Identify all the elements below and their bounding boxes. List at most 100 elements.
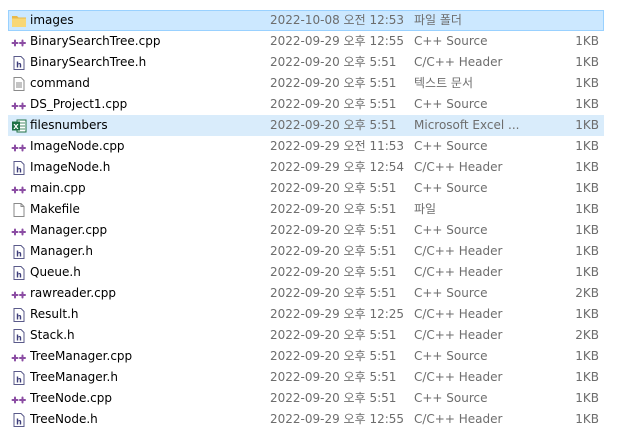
cpp-source-icon bbox=[11, 286, 27, 302]
file-modified-date: 2022-09-20 오후 5:51 bbox=[270, 118, 397, 132]
file-row[interactable]: BinarySearchTree.cpp 2022-09-29 오후 12:55 C… bbox=[8, 31, 604, 52]
file-size: 1KB bbox=[575, 139, 599, 153]
file-modified-date: 2022-09-20 오후 5:51 bbox=[270, 76, 397, 90]
c-header-icon: h bbox=[11, 244, 27, 260]
file-name: filesnumbers bbox=[30, 118, 108, 132]
file-type: C/C++ Header bbox=[414, 412, 503, 426]
file-size: 1KB bbox=[575, 160, 599, 174]
file-name: DS_Project1.cpp bbox=[30, 97, 128, 111]
file-row[interactable]: Makefile 2022-09-20 오후 5:51 파일 1KB bbox=[8, 199, 604, 220]
text-file-icon bbox=[11, 76, 27, 92]
c-header-icon: h bbox=[11, 307, 27, 323]
file-type: C/C++ Header bbox=[414, 160, 503, 174]
file-modified-date: 2022-09-29 오후 12:55 bbox=[270, 412, 405, 426]
file-name: Makefile bbox=[30, 202, 80, 216]
cpp-source-icon bbox=[11, 181, 27, 197]
cpp-source-icon bbox=[11, 139, 27, 155]
file-name: main.cpp bbox=[30, 181, 86, 195]
file-type: C/C++ Header bbox=[414, 370, 503, 384]
folder-icon bbox=[11, 13, 27, 29]
file-size: 1KB bbox=[575, 412, 599, 426]
cpp-source-icon bbox=[11, 349, 27, 365]
file-row[interactable]: h Result.h 2022-09-29 오후 12:25 C/C++ Header… bbox=[8, 304, 604, 325]
file-type: C/C++ Header bbox=[414, 307, 503, 321]
c-header-icon: h bbox=[11, 328, 27, 344]
file-size: 1KB bbox=[575, 223, 599, 237]
file-row[interactable]: main.cpp 2022-09-20 오후 5:51 C++ Source 1KB bbox=[8, 178, 604, 199]
file-row[interactable]: h ImageNode.h 2022-09-29 오후 12:54 C/C++ Hea… bbox=[8, 157, 604, 178]
file-type: C/C++ Header bbox=[414, 244, 503, 258]
file-row[interactable]: h Manager.h 2022-09-20 오후 5:51 C/C++ Header… bbox=[8, 241, 604, 262]
file-size: 1KB bbox=[575, 265, 599, 279]
file-type: C/C++ Header bbox=[414, 265, 503, 279]
cpp-source-icon bbox=[11, 223, 27, 239]
svg-text:h: h bbox=[16, 271, 22, 280]
c-header-icon: h bbox=[11, 55, 27, 71]
file-type: C++ Source bbox=[414, 286, 488, 300]
file-size: 1KB bbox=[575, 34, 599, 48]
svg-text:h: h bbox=[16, 166, 22, 175]
file-type: 텍스트 문서 bbox=[414, 76, 474, 90]
file-row[interactable]: h TreeNode.h 2022-09-29 오후 12:55 C/C++ Head… bbox=[8, 409, 604, 430]
file-type: C++ Source bbox=[414, 391, 488, 405]
file-type: 파일 bbox=[414, 202, 437, 216]
cpp-source-icon bbox=[11, 34, 27, 50]
file-size: 1KB bbox=[575, 76, 599, 90]
file-name: rawreader.cpp bbox=[30, 286, 116, 300]
svg-text:X: X bbox=[13, 123, 19, 131]
file-row[interactable]: h Queue.h 2022-09-20 오후 5:51 C/C++ Header 1K… bbox=[8, 262, 604, 283]
file-size: 1KB bbox=[575, 202, 599, 216]
file-name: Stack.h bbox=[30, 328, 75, 342]
file-size: 1KB bbox=[575, 118, 599, 132]
file-row[interactable]: command 2022-09-20 오후 5:51 텍스트 문서 1KB bbox=[8, 73, 604, 94]
file-modified-date: 2022-09-29 오후 12:54 bbox=[270, 160, 405, 174]
file-modified-date: 2022-09-29 오전 11:53 bbox=[270, 139, 405, 153]
svg-text:h: h bbox=[16, 250, 22, 259]
file-modified-date: 2022-09-20 오후 5:51 bbox=[270, 286, 397, 300]
cpp-source-icon bbox=[11, 97, 27, 113]
file-name: BinarySearchTree.h bbox=[30, 55, 147, 69]
svg-text:h: h bbox=[16, 313, 22, 322]
file-type: C++ Source bbox=[414, 349, 488, 363]
file-row[interactable]: h BinarySearchTree.h 2022-09-20 오후 5:51 C/C… bbox=[8, 52, 604, 73]
file-modified-date: 2022-09-20 오후 5:51 bbox=[270, 370, 397, 384]
file-modified-date: 2022-09-20 오후 5:51 bbox=[270, 244, 397, 258]
file-modified-date: 2022-09-20 오후 5:51 bbox=[270, 391, 397, 405]
file-row[interactable]: TreeNode.cpp 2022-09-20 오후 5:51 C++ Source… bbox=[8, 388, 604, 409]
file-row[interactable]: h TreeManager.h 2022-09-20 오후 5:51 C/C++ He… bbox=[8, 367, 604, 388]
file-row[interactable]: h Stack.h 2022-09-20 오후 5:51 C/C++ Header 2K… bbox=[8, 325, 604, 346]
file-row[interactable]: ImageNode.cpp 2022-09-29 오전 11:53 C++ Sour… bbox=[8, 136, 604, 157]
c-header-icon: h bbox=[11, 265, 27, 281]
file-size: 1KB bbox=[575, 307, 599, 321]
file-row[interactable]: DS_Project1.cpp 2022-09-20 오후 5:51 C++ Sou… bbox=[8, 94, 604, 115]
file-modified-date: 2022-09-20 오후 5:51 bbox=[270, 223, 397, 237]
svg-text:h: h bbox=[16, 376, 22, 385]
file-name: TreeManager.h bbox=[30, 370, 118, 384]
file-modified-date: 2022-09-20 오후 5:51 bbox=[270, 265, 397, 279]
file-size: 2KB bbox=[575, 328, 599, 342]
svg-text:h: h bbox=[16, 334, 22, 343]
file-size: 1KB bbox=[575, 391, 599, 405]
file-row[interactable]: TreeManager.cpp 2022-09-20 오후 5:51 C++ Sou… bbox=[8, 346, 604, 367]
file-row[interactable]: Xfilesnumbers 2022-09-20 오후 5:51 Microsoft… bbox=[8, 115, 604, 136]
file-modified-date: 2022-09-20 오후 5:51 bbox=[270, 55, 397, 69]
file-modified-date: 2022-09-29 오후 12:25 bbox=[270, 307, 405, 321]
file-row[interactable]: rawreader.cpp 2022-09-20 오후 5:51 C++ Sourc… bbox=[8, 283, 604, 304]
file-modified-date: 2022-09-20 오후 5:51 bbox=[270, 181, 397, 195]
file-size: 1KB bbox=[575, 55, 599, 69]
file-name: images bbox=[30, 13, 74, 27]
file-row[interactable]: Manager.cpp 2022-09-20 오후 5:51 C++ Source 1… bbox=[8, 220, 604, 241]
file-name: Result.h bbox=[30, 307, 79, 321]
file-size: 2KB bbox=[575, 286, 599, 300]
c-header-icon: h bbox=[11, 412, 27, 428]
file-row[interactable]: images 2022-10-08 오전 12:53 파일 폴더 bbox=[8, 10, 604, 31]
c-header-icon: h bbox=[11, 160, 27, 176]
file-name: ImageNode.h bbox=[30, 160, 111, 174]
file-type: C/C++ Header bbox=[414, 328, 503, 342]
file-modified-date: 2022-09-20 오후 5:51 bbox=[270, 97, 397, 111]
excel-file-icon: X bbox=[11, 118, 27, 134]
file-type: C++ Source bbox=[414, 223, 488, 237]
file-modified-date: 2022-09-20 오후 5:51 bbox=[270, 328, 397, 342]
file-name: BinarySearchTree.cpp bbox=[30, 34, 161, 48]
file-modified-date: 2022-09-29 오후 12:55 bbox=[270, 34, 405, 48]
